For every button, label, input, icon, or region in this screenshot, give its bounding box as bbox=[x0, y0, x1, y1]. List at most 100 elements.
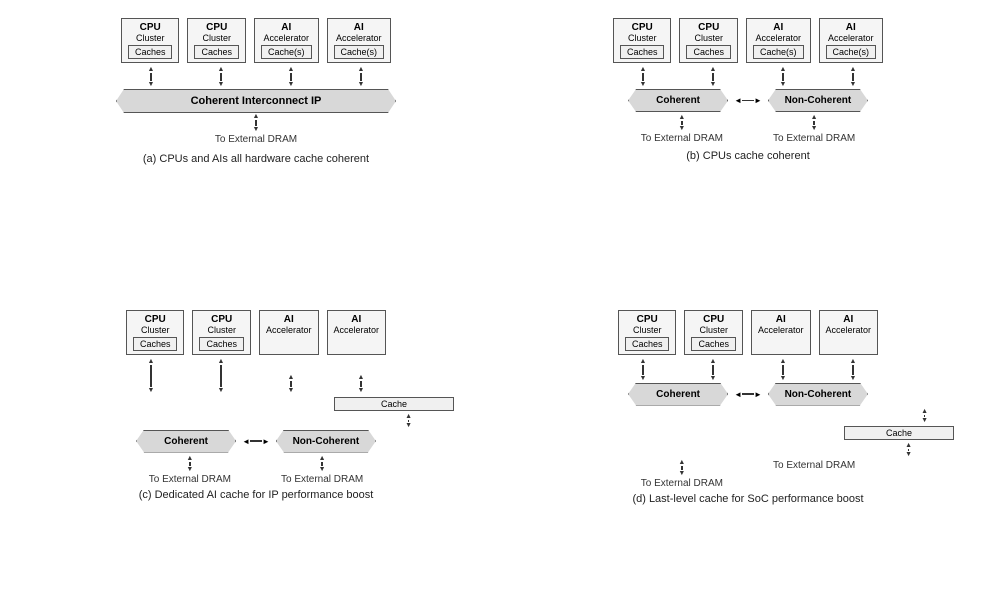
caption-b: (b) CPUs cache coherent bbox=[686, 150, 810, 162]
ai-cache-1: Cache(s) bbox=[261, 45, 312, 59]
b-ai-sub-2: Accelerator bbox=[828, 33, 874, 43]
c-h-arrow: ◄► bbox=[242, 437, 270, 446]
d-ai-title-1: AI bbox=[776, 314, 786, 325]
b-h-arrow: ◄► bbox=[734, 96, 762, 105]
b-coherent-banner: Coherent bbox=[628, 89, 728, 112]
c-noncoherent-banner: Non-Coherent bbox=[276, 430, 376, 453]
d-cpu-sub-1: Cluster bbox=[633, 325, 662, 335]
ai-title-2: AI bbox=[354, 22, 364, 33]
dram-label-a: To External DRAM bbox=[215, 134, 297, 145]
c-coherent-banner: Coherent bbox=[136, 430, 236, 453]
b-cpu-cluster-1: CPU Cluster Caches bbox=[613, 18, 672, 63]
d-dram-label-2: To External DRAM bbox=[773, 460, 855, 471]
caption-d: (d) Last-level cache for SoC performance… bbox=[632, 493, 863, 505]
c-ai-title-1: AI bbox=[284, 314, 294, 325]
c-cache-arrow: ▲▼ bbox=[405, 413, 412, 429]
b-ai-title-2: AI bbox=[846, 22, 856, 33]
d-dram-arrow-1: ▲▼ bbox=[678, 459, 685, 477]
d-ai-accel-2: AI Accelerator bbox=[819, 310, 879, 355]
c-dram-arrow-1: ▲▼ bbox=[186, 455, 193, 473]
c-ai-accel-2: AI Accelerator bbox=[327, 310, 387, 355]
cache-2: Caches bbox=[194, 45, 239, 59]
d-cache-1: Caches bbox=[625, 337, 670, 351]
c-cache-2: Caches bbox=[199, 337, 244, 351]
b-cpu-cluster-2: CPU Cluster Caches bbox=[679, 18, 738, 63]
ai-sub-1: Accelerator bbox=[263, 33, 309, 43]
b-dram-col-2: ▲▼ To External DRAM bbox=[773, 114, 855, 144]
arrow-a-2: ▲▼ bbox=[190, 66, 252, 88]
b-arrow-4: ▲▼ bbox=[822, 66, 884, 88]
b-ai-sub-1: Accelerator bbox=[755, 33, 801, 43]
c-shared-cache: Cache bbox=[334, 397, 454, 411]
ai-title-1: AI bbox=[281, 22, 291, 33]
arrow-a-down: ▲▼ bbox=[253, 113, 260, 133]
d-dram-row: ▲▼ To External DRAM To External DRAM bbox=[641, 459, 856, 489]
b-dram-arrow-1: ▲▼ bbox=[678, 114, 685, 132]
d-arrow-4: ▲▼ bbox=[822, 358, 884, 382]
c-dram-col-2: ▲▼ To External DRAM bbox=[281, 455, 363, 485]
d-llc-cache: Cache bbox=[844, 426, 954, 440]
c-ai-title-2: AI bbox=[351, 314, 361, 325]
c-dram-arrow-2: ▲▼ bbox=[319, 455, 326, 473]
ai-cache-2: Cache(s) bbox=[334, 45, 385, 59]
b-arrow-3: ▲▼ bbox=[752, 66, 814, 88]
ai-accel-2: AI Accelerator Cache(s) bbox=[327, 18, 392, 63]
unit-row-a: CPU Cluster Caches CPU Cluster Caches AI… bbox=[121, 18, 391, 63]
d-llc-arrow-up: ▲▼ bbox=[921, 408, 928, 424]
c-ai-cache-row: Cache bbox=[22, 395, 490, 411]
b-dram-label-1: To External DRAM bbox=[641, 133, 723, 144]
d-llc-row: ▲▼ bbox=[514, 408, 982, 424]
b-cpu-sub-1: Cluster bbox=[628, 33, 657, 43]
d-arrow-3: ▲▼ bbox=[752, 358, 814, 382]
c-ai-sub-2: Accelerator bbox=[334, 325, 380, 335]
c-arrow-2: ▲▼ bbox=[190, 358, 252, 394]
b-ai-cache-2: Cache(s) bbox=[826, 45, 877, 59]
arrow-a-1: ▲▼ bbox=[120, 66, 182, 88]
b-cpu-title-2: CPU bbox=[698, 22, 719, 33]
d-cache-2: Caches bbox=[691, 337, 736, 351]
d-cpu-sub-2: Cluster bbox=[699, 325, 728, 335]
d-ai-title-2: AI bbox=[843, 314, 853, 325]
d-llc-dram-arrow-row: ▲▼ bbox=[514, 442, 982, 458]
d-llc-cache-row: Cache bbox=[514, 424, 982, 440]
arrow-a-3: ▲▼ bbox=[260, 66, 322, 88]
cpu-title-2: CPU bbox=[206, 22, 227, 33]
b-arrow-1: ▲▼ bbox=[612, 66, 674, 88]
c-banner-row: Coherent ◄► Non-Coherent bbox=[136, 430, 376, 453]
cpu-title-1: CPU bbox=[140, 22, 161, 33]
ai-sub-2: Accelerator bbox=[336, 33, 382, 43]
d-dram-col-1: ▲▼ To External DRAM bbox=[641, 459, 723, 489]
d-ai-accel-1: AI Accelerator bbox=[751, 310, 811, 355]
c-dram-label-1: To External DRAM bbox=[149, 474, 231, 485]
diagram-c: CPU Cluster Caches CPU Cluster Caches AI… bbox=[10, 302, 502, 594]
d-cpu-cluster-1: CPU Cluster Caches bbox=[618, 310, 677, 355]
d-h-arrow: ◄► bbox=[734, 390, 762, 399]
diagram-a: CPU Cluster Caches CPU Cluster Caches AI… bbox=[10, 10, 502, 302]
cpu-sub-2: Cluster bbox=[202, 33, 231, 43]
cpu-cluster-2: CPU Cluster Caches bbox=[187, 18, 246, 63]
unit-row-d: CPU Cluster Caches CPU Cluster Caches AI… bbox=[618, 310, 878, 355]
b-dram-row: ▲▼ To External DRAM ▲▼ To External DRAM bbox=[641, 114, 856, 144]
caption-c: (c) Dedicated AI cache for IP performanc… bbox=[139, 489, 374, 501]
d-cpu-cluster-2: CPU Cluster Caches bbox=[684, 310, 743, 355]
d-cpu-title-2: CPU bbox=[703, 314, 724, 325]
c-dram-label-2: To External DRAM bbox=[281, 474, 363, 485]
b-ai-accel-1: AI Accelerator Cache(s) bbox=[746, 18, 811, 63]
c-cache-arrow-row: ▲▼ bbox=[22, 413, 490, 429]
coherent-interconnect-banner: Coherent Interconnect IP bbox=[116, 89, 396, 113]
d-dram-col-2: To External DRAM bbox=[773, 459, 855, 489]
cache-1: Caches bbox=[128, 45, 173, 59]
ai-accel-1: AI Accelerator Cache(s) bbox=[254, 18, 319, 63]
c-arrow-1: ▲▼ bbox=[120, 358, 182, 394]
c-cpu-title-1: CPU bbox=[145, 314, 166, 325]
d-banner-row: Coherent ◄► Non-Coherent bbox=[628, 383, 868, 406]
unit-row-c: CPU Cluster Caches CPU Cluster Caches AI… bbox=[126, 310, 386, 355]
c-arrow-4: ▲▼ bbox=[330, 374, 392, 394]
b-banner-row: Coherent ◄► Non-Coherent bbox=[628, 89, 868, 112]
b-cache-1: Caches bbox=[620, 45, 665, 59]
c-ai-accel-1: AI Accelerator bbox=[259, 310, 319, 355]
d-noncoherent-banner: Non-Coherent bbox=[768, 383, 868, 406]
c-dram-col-1: ▲▼ To External DRAM bbox=[149, 455, 231, 485]
d-ai-sub-1: Accelerator bbox=[758, 325, 804, 335]
cpu-cluster-1: CPU Cluster Caches bbox=[121, 18, 180, 63]
